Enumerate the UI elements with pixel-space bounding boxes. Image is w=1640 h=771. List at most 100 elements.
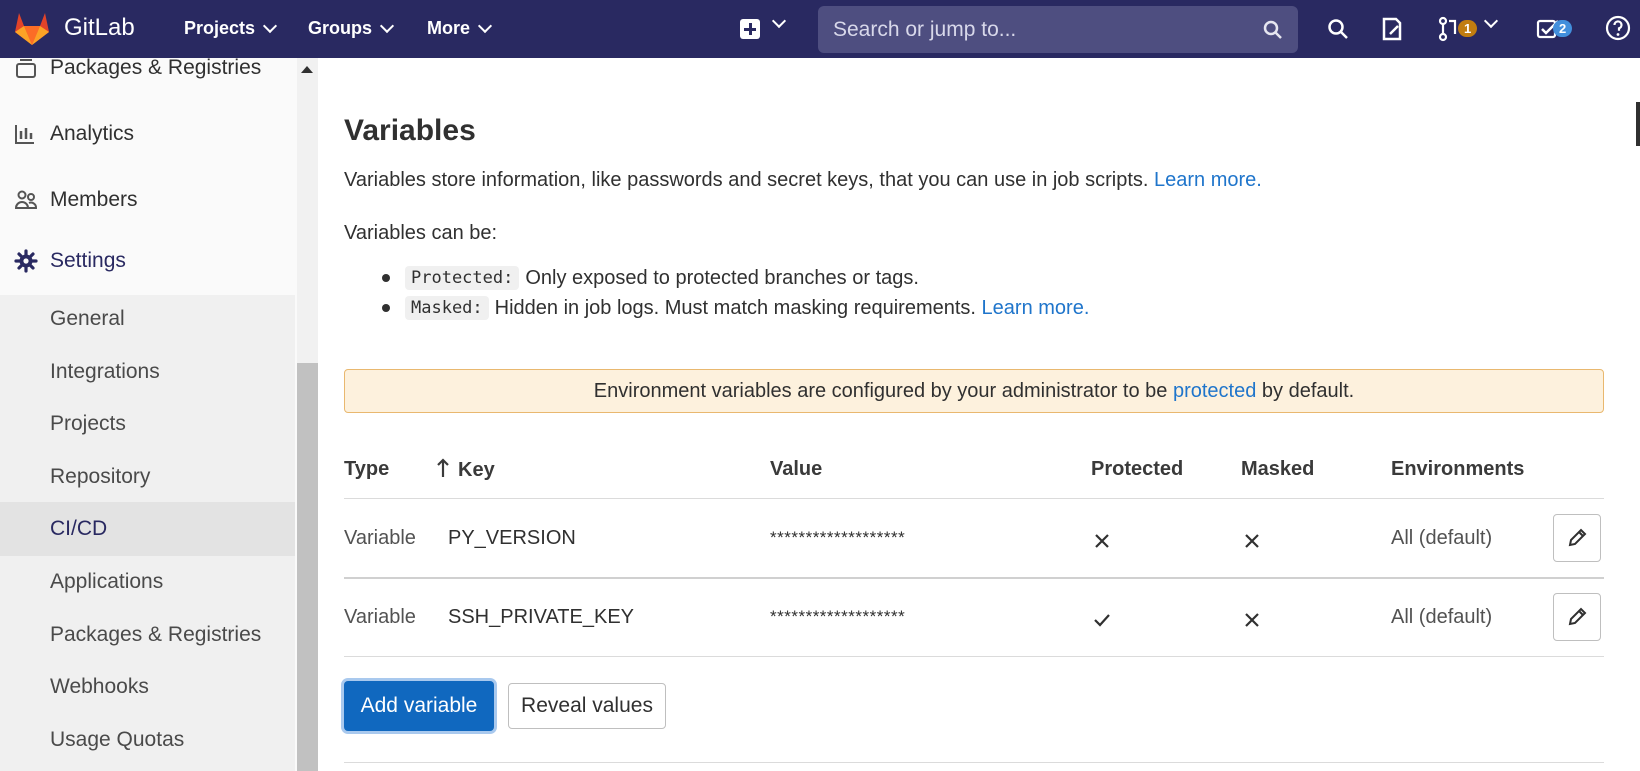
sidebar-subitem-label: Webhooks (50, 675, 149, 698)
row-key: PY_VERSION (448, 527, 576, 549)
bullet-text: Hidden in job logs. Must match masking r… (494, 296, 976, 319)
reveal-values-button[interactable]: Reveal values (508, 683, 666, 729)
row-type: Variable (344, 606, 416, 628)
chart-icon (15, 125, 34, 144)
more-menu[interactable]: More (427, 18, 493, 39)
masking-learn-more-link[interactable]: Learn more. (982, 297, 1090, 320)
sidebar-item-label: Analytics (50, 122, 135, 145)
chevron-down-icon (262, 18, 278, 33)
check-icon (1094, 614, 1110, 627)
sidebar-subitem-integrations[interactable]: Integrations (0, 345, 295, 399)
row-environments: All (default) (1391, 527, 1493, 549)
sidebar-scrollbar-thumb[interactable] (297, 363, 318, 771)
sidebar-subitem-packages-registries[interactable]: Packages & Registries (0, 608, 295, 662)
add-variable-button[interactable]: Add variable (344, 681, 494, 731)
row-value-masked: ******************* (770, 607, 906, 626)
protected-default-alert: Environment variables are configured by … (344, 369, 1604, 413)
search-box[interactable] (818, 6, 1298, 53)
row-key: SSH_PRIVATE_KEY (448, 606, 634, 628)
users-icon (14, 190, 37, 209)
column-header-value: Value (770, 458, 823, 480)
search-icon (1263, 20, 1282, 39)
sidebar-subitem-repository[interactable]: Repository (0, 450, 295, 504)
row-type: Variable (344, 527, 416, 549)
sidebar-item-label: Settings (50, 249, 126, 272)
sidebar-subitem-label: Usage Quotas (50, 728, 185, 751)
table-divider (344, 498, 1604, 499)
sidebar-item-analytics[interactable]: Analytics (0, 108, 295, 160)
column-header-environments: Environments (1391, 458, 1525, 480)
edit-variable-button[interactable] (1553, 514, 1601, 562)
close-x-icon (1095, 534, 1109, 548)
variables-can-be-text: Variables can be: (344, 222, 498, 244)
sidebar-item-settings[interactable]: Settings (0, 235, 295, 287)
column-header-type: Type (344, 458, 390, 480)
bullet-text: Only exposed to protected branches or ta… (525, 266, 919, 289)
projects-menu-label: Projects (184, 18, 256, 38)
sort-arrow-up-icon (437, 458, 449, 477)
protected-code-label: Protected: (405, 266, 520, 290)
sidebar-subitem-general[interactable]: General (0, 292, 295, 346)
list-item: Protected: Only exposed to protected bra… (344, 266, 919, 290)
row-value-masked: ******************* (770, 528, 906, 547)
sidebar-subitem-label: Integrations (50, 360, 160, 383)
projects-menu[interactable]: Projects (184, 18, 278, 39)
sidebar-item-packages-registries[interactable]: Packages & Registries (0, 42, 295, 94)
chevron-down-icon (477, 18, 493, 33)
alert-text: Environment variables are configured by … (593, 379, 1168, 402)
close-x-icon (1245, 534, 1259, 548)
gitlab-logo-icon[interactable] (12, 10, 52, 46)
chevron-down-icon (771, 13, 787, 29)
masked-code-label: Masked: (405, 296, 489, 320)
gear-icon (14, 249, 38, 273)
sidebar-subitem-label: Packages & Registries (50, 623, 262, 646)
sidebar-subitem-applications[interactable]: Applications (0, 555, 295, 609)
table-divider (344, 656, 1604, 657)
section-divider (344, 762, 1604, 763)
sidebar-subitem-label: CI/CD (50, 517, 108, 540)
description-text: Variables store information, like passwo… (344, 169, 1149, 191)
page-scrollbar-thumb[interactable] (1636, 102, 1640, 146)
groups-menu-label: Groups (308, 18, 373, 38)
learn-more-link[interactable]: Learn more. (1154, 169, 1262, 191)
list-item: Masked: Hidden in job logs. Must match m… (344, 296, 1089, 320)
close-x-icon (1245, 613, 1259, 627)
sidebar-item-label: Members (50, 188, 138, 211)
alert-text-end: by default. (1261, 379, 1355, 402)
variables-description: Variables store information, like passwo… (344, 169, 1262, 192)
chevron-down-icon (379, 18, 395, 33)
sidebar: Packages & Registries Analytics Members (0, 56, 318, 771)
pencil-icon (1568, 528, 1587, 547)
merge-requests-count-badge: 1 (1458, 20, 1478, 37)
sidebar-subitem-label: Applications (50, 570, 164, 593)
edit-variable-button[interactable] (1553, 593, 1601, 641)
groups-menu[interactable]: Groups (308, 18, 395, 39)
column-header-key-sort[interactable]: Key (436, 458, 495, 482)
search-input[interactable] (818, 6, 1298, 53)
row-environments: All (default) (1391, 606, 1493, 628)
chevron-down-icon (1483, 13, 1499, 29)
column-header-masked: Masked (1241, 458, 1315, 480)
plus-square-icon (740, 19, 760, 39)
issues-icon[interactable] (1380, 16, 1404, 42)
sidebar-subitem-projects[interactable]: Projects (0, 397, 295, 451)
help-icon[interactable] (1605, 15, 1631, 41)
todos-count-badge: 2 (1553, 20, 1573, 37)
pencil-icon (1568, 607, 1587, 626)
page-title: Variables (344, 114, 476, 147)
sidebar-item-members[interactable]: Members (0, 174, 295, 226)
sidebar-subitem-label: Projects (50, 412, 126, 435)
sidebar-subitem-cicd[interactable]: CI/CD (0, 502, 295, 556)
protected-link[interactable]: protected (1173, 380, 1256, 403)
sidebar-item-label: Packages & Registries (50, 56, 262, 79)
package-icon (16, 59, 36, 78)
sidebar-subitem-webhooks[interactable]: Webhooks (0, 660, 295, 714)
sidebar-subitem-usage-quotas[interactable]: Usage Quotas (0, 713, 295, 767)
scroll-up-arrow-icon[interactable] (301, 66, 313, 73)
sidebar-subitem-label: Repository (50, 465, 151, 488)
sidebar-subitem-label: General (50, 307, 125, 330)
column-header-key: Key (458, 459, 495, 481)
brand-name[interactable]: GitLab (64, 14, 135, 42)
more-menu-label: More (427, 18, 471, 38)
search-icon[interactable] (1327, 18, 1349, 40)
